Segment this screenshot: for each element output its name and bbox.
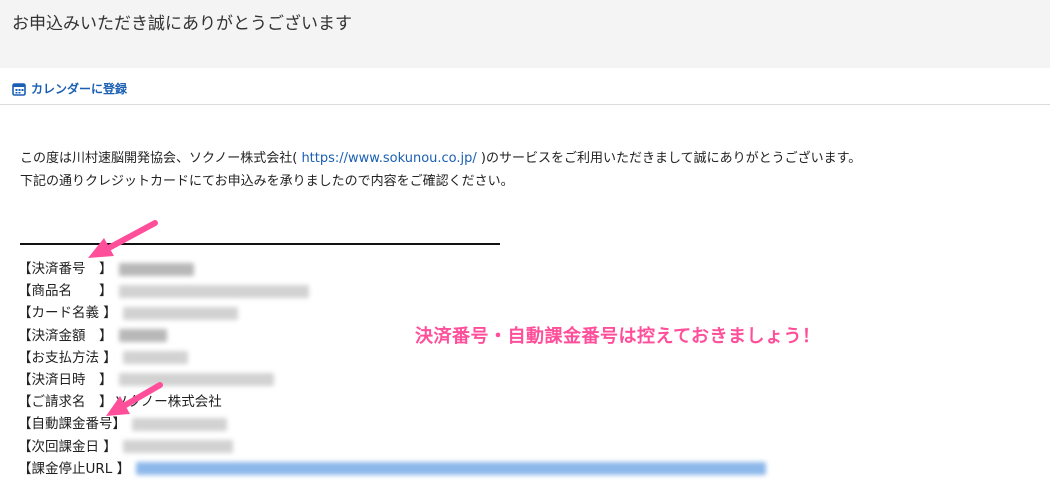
arrow-auto-billing-icon <box>106 382 163 416</box>
annotation-arrows <box>88 220 163 416</box>
arrow-payment-number-icon <box>88 220 158 258</box>
